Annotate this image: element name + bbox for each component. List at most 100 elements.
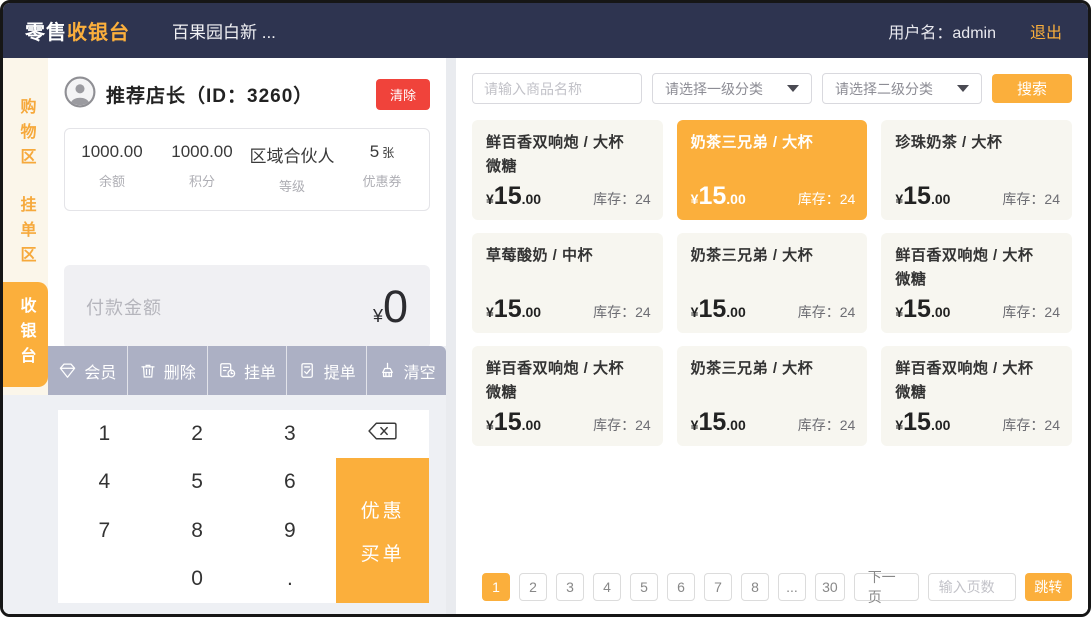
- sidebar-tab-held-orders[interactable]: 挂单区: [3, 184, 48, 282]
- numpad-key-1[interactable]: 1: [58, 410, 151, 458]
- next-page-button[interactable]: 下一页: [854, 573, 919, 601]
- numpad-key-3[interactable]: 3: [244, 410, 337, 458]
- pos-window: 零售收银台 百果园白新 ... 用户名：admin 退出 购物区 挂单区 收银台: [0, 0, 1091, 617]
- sidebar-tab-shopping[interactable]: 购物区: [3, 86, 48, 184]
- hold-order-button-label: 挂单: [244, 359, 276, 383]
- jump-button[interactable]: 跳转: [1025, 573, 1072, 601]
- page-button-1[interactable]: 1: [482, 573, 510, 601]
- product-name: 鲜百香双响炮 / 大杯微糖: [895, 357, 1058, 405]
- stat-coupons: 5张 优惠券: [337, 142, 427, 195]
- left-tab-strip-top: 购物区 挂单区 收银台: [3, 58, 48, 395]
- price-decimal: .00: [522, 304, 541, 320]
- clear-cart-button-label: 清空: [404, 359, 436, 383]
- numpad-key-6[interactable]: 6: [244, 458, 337, 506]
- retrieve-order-button[interactable]: 提单: [287, 346, 367, 395]
- member-button[interactable]: 会员: [48, 346, 128, 395]
- product-name-input[interactable]: [472, 73, 642, 104]
- numpad-key-0[interactable]: 0: [151, 555, 244, 603]
- numpad-key-backspace[interactable]: [336, 410, 429, 458]
- product-card[interactable]: 奶茶三兄弟 / 大杯 ¥15.00 库存：24: [677, 346, 868, 446]
- trash-icon: [139, 362, 157, 380]
- topbar: 零售收银台 百果园白新 ... 用户名：admin 退出: [3, 3, 1088, 58]
- product-card[interactable]: 鲜百香双响炮 / 大杯微糖 ¥15.00 库存：24: [881, 233, 1072, 333]
- product-card[interactable]: 草莓酸奶 / 中杯 ¥15.00 库存：24: [472, 233, 663, 333]
- pagination: 1 2 3 4 5 6 7 8 ... 30 下一页 跳转: [472, 573, 1072, 601]
- logout-link[interactable]: 退出: [1030, 19, 1062, 43]
- app-title-suffix: 收银台: [67, 22, 130, 44]
- numpad-key-2[interactable]: 2: [151, 410, 244, 458]
- product-name: 鲜百香双响炮 / 大杯微糖: [895, 244, 1058, 292]
- main-area: 购物区 挂单区 收银台: [3, 58, 1088, 614]
- numpad-key-5[interactable]: 5: [151, 458, 244, 506]
- payment-amount-field[interactable]: 付款金额 ¥0: [64, 265, 430, 349]
- stat-level: 区域合伙人 等级: [247, 142, 337, 195]
- numpad-key-dot[interactable]: .: [244, 555, 337, 603]
- numpad-key-7[interactable]: 7: [58, 507, 151, 555]
- store-name[interactable]: 百果园白新 ...: [172, 18, 276, 43]
- stat-points: 1000.00 积分: [157, 142, 247, 195]
- stock-label: 库存：24: [798, 302, 856, 322]
- numpad-area: 1 2 3 4 5 6 优惠: [48, 395, 446, 614]
- currency-symbol: ¥: [895, 191, 903, 207]
- clear-cart-button[interactable]: 清空: [367, 346, 446, 395]
- product-card[interactable]: 鲜百香双响炮 / 大杯微糖 ¥15.00 库存：24: [881, 346, 1072, 446]
- clear-member-button[interactable]: 清除: [376, 79, 430, 110]
- product-card[interactable]: 鲜百香双响炮 / 大杯微糖 ¥15.00 库存：24: [472, 120, 663, 220]
- discount-checkout-button[interactable]: 优惠 买单: [336, 458, 429, 603]
- price-main: 15: [698, 408, 726, 437]
- product-name: 鲜百香双响炮 / 大杯微糖: [486, 357, 649, 405]
- numpad-key-4[interactable]: 4: [58, 458, 151, 506]
- page-button-3[interactable]: 3: [556, 573, 584, 601]
- page-button-8[interactable]: 8: [741, 573, 769, 601]
- action-bar: 会员 删除: [48, 346, 446, 395]
- delete-button-label: 删除: [164, 359, 196, 383]
- product-price-row: ¥15.00 库存：24: [691, 295, 856, 324]
- page-button-5[interactable]: 5: [630, 573, 658, 601]
- page-number-input[interactable]: [928, 573, 1016, 601]
- member-diamond-icon: [58, 361, 77, 380]
- page-button-2[interactable]: 2: [519, 573, 547, 601]
- stat-balance-label: 余额: [67, 171, 157, 190]
- currency-symbol: ¥: [691, 304, 699, 320]
- member-button-label: 会员: [84, 359, 116, 383]
- price-decimal: .00: [931, 417, 950, 433]
- retrieve-order-icon: [298, 361, 317, 380]
- member-section: 推荐店长（ID：3260） 清除 1000.00 余额 1000.00 积分 区…: [48, 58, 446, 346]
- numpad-key-9[interactable]: 9: [244, 507, 337, 555]
- stat-coupons-value: 5张: [337, 142, 427, 162]
- page-button-4[interactable]: 4: [593, 573, 621, 601]
- stat-level-value: 区域合伙人: [247, 142, 337, 167]
- discount-checkout-line2: 买单: [361, 539, 405, 566]
- product-price-row: ¥15.00 库存：24: [691, 408, 856, 437]
- stat-coupons-label: 优惠券: [337, 171, 427, 190]
- member-title: 推荐店长（ID：3260）: [106, 81, 313, 108]
- currency-symbol: ¥: [486, 304, 494, 320]
- backspace-icon: [367, 421, 398, 447]
- product-price-row: ¥15.00 库存：24: [895, 408, 1060, 437]
- page-button-7[interactable]: 7: [704, 573, 732, 601]
- delete-button[interactable]: 删除: [128, 346, 208, 395]
- sidebar-tab-cashier-label: 收银台: [14, 297, 38, 372]
- payment-amount-placeholder: 付款金额: [86, 294, 162, 320]
- search-row: 请选择一级分类 请选择二级分类 搜索: [472, 73, 1072, 104]
- page-button-ellipsis[interactable]: ...: [778, 573, 806, 601]
- app-title: 零售收银台: [25, 16, 130, 45]
- product-card[interactable]: 奶茶三兄弟 / 大杯 ¥15.00 库存：24: [677, 233, 868, 333]
- category1-select[interactable]: 请选择一级分类: [652, 73, 812, 104]
- page-button-6[interactable]: 6: [667, 573, 695, 601]
- currency-symbol: ¥: [895, 304, 903, 320]
- numpad-key-8[interactable]: 8: [151, 507, 244, 555]
- category2-select[interactable]: 请选择二级分类: [822, 73, 982, 104]
- stat-coupons-unit: 张: [382, 146, 394, 160]
- hold-order-button[interactable]: 挂单: [208, 346, 288, 395]
- sidebar-tab-cashier[interactable]: 收银台: [3, 282, 48, 387]
- product-name: 奶茶三兄弟 / 大杯: [691, 357, 854, 381]
- search-button[interactable]: 搜索: [992, 74, 1072, 103]
- product-name: 草莓酸奶 / 中杯: [486, 244, 649, 268]
- price-main: 15: [494, 182, 522, 211]
- product-price-row: ¥15.00 库存：24: [895, 295, 1060, 324]
- product-card[interactable]: 鲜百香双响炮 / 大杯微糖 ¥15.00 库存：24: [472, 346, 663, 446]
- product-card[interactable]: 珍珠奶茶 / 大杯 ¥15.00 库存：24: [881, 120, 1072, 220]
- product-card-selected[interactable]: 奶茶三兄弟 / 大杯 ¥15.00 库存：24: [677, 120, 868, 220]
- page-button-30[interactable]: 30: [815, 573, 845, 601]
